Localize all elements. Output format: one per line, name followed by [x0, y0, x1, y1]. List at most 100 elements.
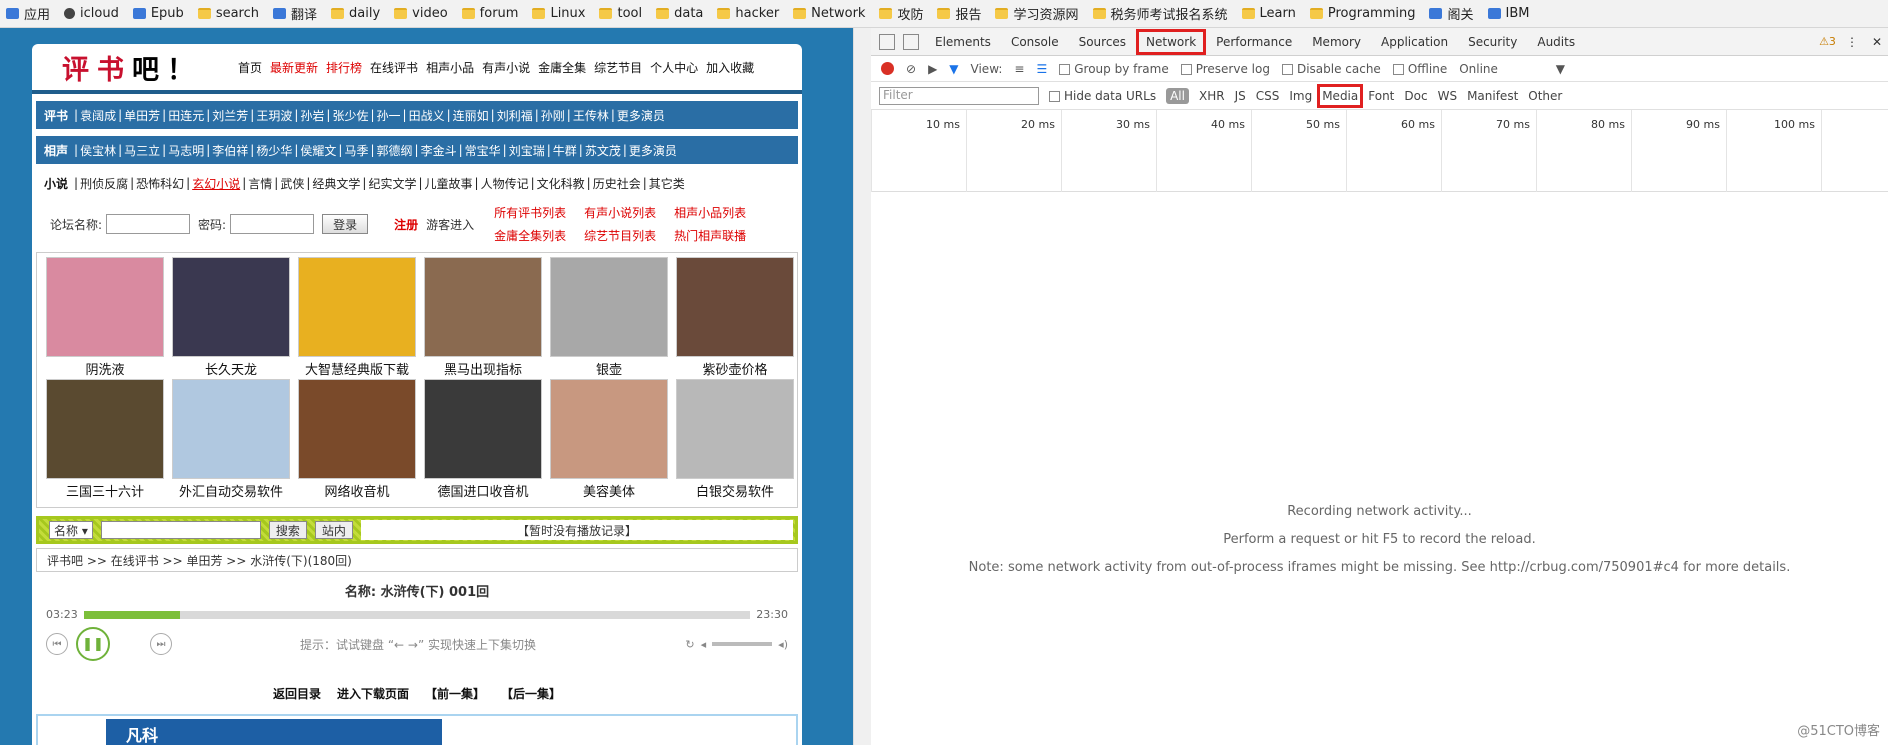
list-link[interactable]: 综艺节目列表	[584, 227, 656, 244]
filter-doc[interactable]: Doc	[1404, 89, 1427, 103]
nav-link[interactable]: 排行榜	[326, 61, 362, 75]
tab-performance[interactable]: Performance	[1208, 31, 1300, 53]
brand-banner[interactable]: 凡科	[106, 719, 442, 745]
nav-link[interactable]: 在线评书	[370, 61, 418, 75]
ad-caption[interactable]: 德国进口收音机	[437, 481, 528, 500]
category-link[interactable]: 儿童故事	[425, 175, 473, 192]
category-link[interactable]: 刘兰芳	[212, 107, 248, 124]
ad-image[interactable]	[298, 379, 416, 479]
category-link[interactable]: 马季	[344, 142, 368, 159]
filter-font[interactable]: Font	[1368, 89, 1394, 103]
category-link[interactable]: 李金斗	[421, 142, 457, 159]
forum-name-input[interactable]	[106, 214, 191, 234]
ad-caption[interactable]: 美容美体	[583, 481, 635, 500]
site-logo[interactable]: 评书吧！	[62, 48, 202, 87]
category-link[interactable]: 田战义	[409, 107, 445, 124]
bookmark-item[interactable]: 翻译	[273, 4, 317, 23]
group-by-frame-checkbox[interactable]: Group by frame	[1059, 62, 1169, 76]
close-icon[interactable]: ✕	[1872, 35, 1882, 49]
category-link[interactable]: 王传林	[573, 107, 609, 124]
ad-item[interactable]: 美容美体	[547, 379, 671, 501]
offline-checkbox[interactable]: Offline	[1392, 62, 1447, 76]
list-link[interactable]: 所有评书列表	[494, 204, 566, 221]
category-link[interactable]: 单田芳	[124, 107, 160, 124]
filter-media[interactable]: Media	[1317, 83, 1364, 108]
warning-count[interactable]: ⚠3	[1819, 35, 1836, 48]
pause-icon[interactable]: ❚❚	[76, 627, 110, 661]
bookmark-item[interactable]: Network	[793, 6, 865, 21]
page-scrollbar[interactable]	[853, 28, 871, 745]
nav-link[interactable]: 首页	[238, 61, 262, 75]
site-search-button[interactable]: 站内	[314, 521, 353, 539]
bookmark-item[interactable]: icloud	[64, 6, 119, 21]
category-link[interactable]: 孙刚	[541, 107, 565, 124]
category-link[interactable]: 历史社会	[593, 175, 641, 192]
ad-caption[interactable]: 银壶	[596, 359, 622, 378]
bookmark-item[interactable]: forum	[461, 6, 518, 21]
ad-caption[interactable]: 网络收音机	[324, 481, 389, 500]
category-link[interactable]: 马三立	[124, 142, 160, 159]
bookmark-item[interactable]: IBM	[1487, 6, 1529, 21]
ad-image[interactable]	[424, 257, 542, 357]
bookmark-item[interactable]: hacker	[717, 6, 779, 21]
nav-link[interactable]: 综艺节目	[594, 61, 642, 75]
ad-item[interactable]: 阴洗液	[43, 257, 167, 379]
tab-sources[interactable]: Sources	[1071, 31, 1134, 53]
category-link[interactable]: 刑侦反腐	[80, 175, 128, 192]
category-link[interactable]: 田连元	[168, 107, 204, 124]
loop-icon[interactable]: ↻	[685, 638, 694, 651]
filter-css[interactable]: CSS	[1256, 89, 1280, 103]
ad-image[interactable]	[172, 379, 290, 479]
ad-image[interactable]	[550, 379, 668, 479]
category-link[interactable]: 王玥波	[256, 107, 292, 124]
tab-network[interactable]: Network	[1136, 28, 1207, 55]
ad-caption[interactable]: 三国三十六计	[66, 481, 144, 500]
category-link[interactable]: 侯耀文	[300, 142, 336, 159]
tab-security[interactable]: Security	[1460, 31, 1525, 53]
category-link[interactable]: 张少佐	[332, 107, 368, 124]
clear-icon[interactable]: ⊘	[906, 62, 916, 76]
bookmark-item[interactable]: video	[394, 6, 448, 21]
category-link[interactable]: 牛群	[553, 142, 577, 159]
category-link[interactable]: 玄幻小说	[192, 175, 240, 192]
list-link[interactable]: 相声小品列表	[674, 204, 746, 221]
category-link[interactable]: 郭德纲	[377, 142, 413, 159]
category-link[interactable]: 言情	[248, 175, 272, 192]
ad-item[interactable]: 外汇自动交易软件	[169, 379, 293, 501]
category-link[interactable]: 武侠	[280, 175, 304, 192]
register-link[interactable]: 注册	[394, 216, 418, 233]
category-link[interactable]: 更多演员	[629, 142, 677, 159]
ad-item[interactable]: 黑马出现指标	[421, 257, 545, 379]
ad-image[interactable]	[46, 257, 164, 357]
ad-item[interactable]: 德国进口收音机	[421, 379, 545, 501]
ad-caption[interactable]: 外汇自动交易软件	[179, 481, 283, 500]
bookmark-item[interactable]: 税务师考试报名系统	[1092, 4, 1228, 23]
category-link[interactable]: 袁阔成	[80, 107, 116, 124]
inspect-icon[interactable]	[879, 33, 895, 50]
category-link[interactable]: 恐怖科幻	[136, 175, 184, 192]
bookmark-item[interactable]: Linux	[532, 6, 585, 21]
volume-max-icon[interactable]: ◂)	[778, 638, 788, 651]
disable-cache-checkbox[interactable]: Disable cache	[1281, 62, 1381, 76]
list-link[interactable]: 有声小说列表	[584, 204, 656, 221]
ad-image[interactable]	[676, 379, 794, 479]
guest-link[interactable]: 游客进入	[426, 216, 474, 233]
filter-img[interactable]: Img	[1289, 89, 1312, 103]
episode-link[interactable]: 【后一集】	[501, 685, 561, 702]
ad-item[interactable]: 大智慧经典版下载	[295, 257, 419, 379]
tab-application[interactable]: Application	[1373, 31, 1456, 53]
filter-manifest[interactable]: Manifest	[1467, 89, 1518, 103]
category-link[interactable]: 杨少华	[256, 142, 292, 159]
episode-link[interactable]: 【前一集】	[425, 685, 485, 702]
tab-memory[interactable]: Memory	[1304, 31, 1369, 53]
bookmark-item[interactable]: Epub	[132, 6, 184, 21]
waterfall-icon[interactable]: ☰	[1036, 62, 1047, 76]
bookmark-item[interactable]: tool	[599, 6, 642, 21]
nav-link[interactable]: 最新更新	[270, 61, 318, 75]
category-link[interactable]: 李伯祥	[212, 142, 248, 159]
list-link[interactable]: 热门相声联播	[674, 227, 746, 244]
category-link[interactable]: 苏文茂	[585, 142, 621, 159]
next-icon[interactable]: ⏭	[150, 633, 172, 655]
hide-data-urls-checkbox[interactable]: Hide data URLs	[1049, 89, 1156, 103]
ad-item[interactable]: 长久天龙	[169, 257, 293, 379]
